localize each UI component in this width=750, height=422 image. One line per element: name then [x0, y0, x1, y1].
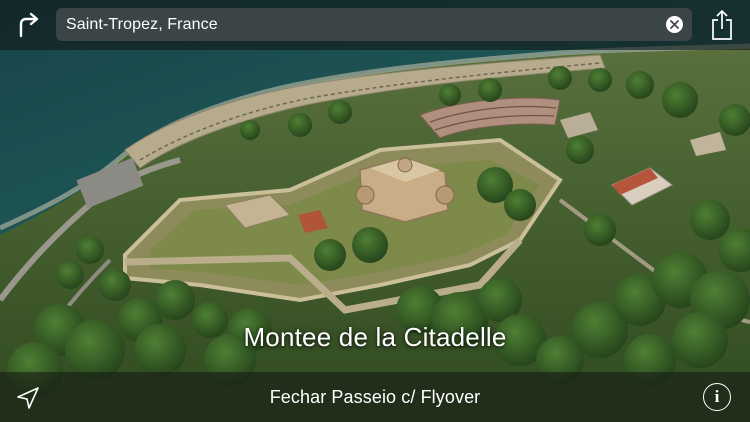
clear-search-button[interactable] [666, 16, 683, 33]
search-field-value: Saint-Tropez, France [66, 15, 218, 33]
keep-tower [397, 157, 413, 173]
info-icon: i [714, 387, 720, 406]
keep-tower [435, 185, 455, 205]
top-bar: Saint-Tropez, France [0, 0, 750, 50]
keep-tower [355, 185, 375, 205]
current-location-button[interactable] [14, 384, 42, 412]
info-button[interactable]: i [703, 383, 731, 411]
search-field[interactable]: Saint-Tropez, France [56, 8, 692, 41]
place-label: Montee de la Citadelle [243, 322, 507, 352]
share-button[interactable] [706, 7, 738, 43]
flyover-map[interactable] [0, 0, 750, 422]
directions-button[interactable] [12, 9, 44, 41]
location-arrow-icon [17, 387, 39, 409]
close-flyover-button[interactable]: Fechar Passeio c/ Flyover [200, 372, 550, 422]
clear-icon [670, 20, 679, 29]
directions-icon [19, 12, 39, 38]
share-icon [712, 10, 732, 40]
close-flyover-label: Fechar Passeio c/ Flyover [269, 386, 481, 407]
bottom-bar: Fechar Passeio c/ Flyover i [0, 372, 750, 422]
